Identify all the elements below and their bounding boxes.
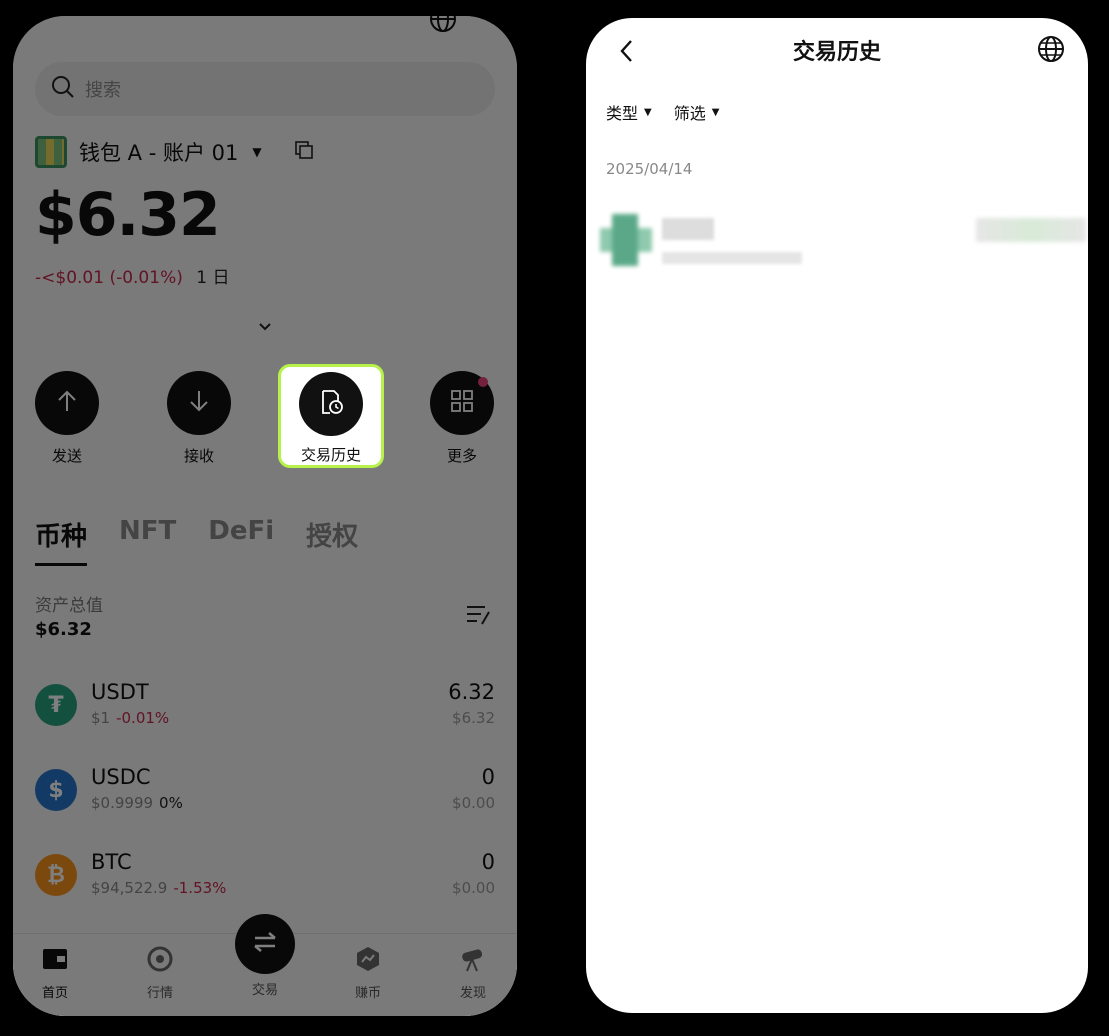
btc-icon: ₿: [35, 854, 77, 896]
token-price-line: $94,522.9 -1.53%: [91, 879, 226, 897]
globe-icon[interactable]: [1036, 34, 1066, 68]
globe-icon[interactable]: [428, 16, 458, 38]
caret-down-icon: ▼: [644, 106, 652, 118]
page-title: 交易历史: [792, 40, 881, 65]
total-balance: $6.32: [35, 180, 221, 250]
notification-dot: [478, 377, 488, 387]
history-button[interactable]: 交易历史: [278, 364, 384, 468]
history-icon: [317, 388, 345, 420]
token-symbol: USDC: [91, 765, 151, 789]
tab-defi[interactable]: DeFi: [208, 516, 274, 566]
nav-market[interactable]: 行情: [130, 946, 190, 1001]
send-button[interactable]: 发送: [35, 371, 99, 466]
wallet-home-screen: 搜索 钱包 A - 账户 01 ▼ $6.32 -<$0.01 (-0.01%)…: [13, 16, 517, 1016]
nav-home-label: 首页: [41, 986, 68, 1001]
tab-approvals[interactable]: 授权: [306, 516, 358, 566]
filter-label: 筛选: [673, 104, 706, 123]
balance-change: -<$0.01 (-0.01%) 1 日: [35, 263, 230, 288]
search-placeholder: 搜索: [85, 80, 121, 101]
token-value: $0.00: [452, 794, 495, 812]
telescope-icon: [458, 945, 488, 977]
token-price-line: $1 -0.01%: [91, 709, 169, 727]
date-header: 2025/04/14: [606, 160, 693, 178]
usdt-icon: ₮: [35, 684, 77, 726]
more-button[interactable]: 更多: [430, 371, 494, 466]
nav-earn[interactable]: 赚币: [338, 946, 398, 1001]
receive-label: 接收: [183, 447, 214, 465]
nav-earn-label: 赚币: [354, 986, 381, 1001]
token-symbol: BTC: [91, 850, 132, 874]
token-amount: 0: [481, 850, 495, 874]
asset-tabs: 币种 NFT DeFi 授权: [35, 516, 390, 566]
avatar: [35, 136, 67, 168]
change-value: -<$0.01 (-0.01%): [35, 268, 183, 288]
token-value: $6.32: [452, 709, 495, 727]
receive-button[interactable]: 接收: [167, 371, 231, 466]
token-symbol: USDT: [91, 680, 149, 704]
wallet-icon: [41, 947, 69, 975]
token-change: -1.53%: [173, 879, 227, 897]
account-name: 钱包 A - 账户 01: [79, 141, 239, 165]
search-icon: [51, 75, 75, 103]
arrow-down-icon: [185, 387, 213, 419]
type-filter[interactable]: 类型 ▼: [606, 100, 652, 124]
transaction-subtitle-blurred: [662, 252, 802, 264]
token-price: $94,522.9: [91, 879, 168, 897]
change-period: 1 日: [196, 268, 230, 288]
send-label: 发送: [51, 447, 82, 465]
search-input[interactable]: 搜索: [35, 62, 495, 116]
caret-down-icon: ▼: [252, 145, 262, 159]
total-assets-label: 资产总值: [35, 596, 103, 616]
quick-actions: 发送 接收 更多: [35, 371, 495, 481]
history-label: 交易历史: [300, 446, 361, 464]
chevron-down-icon[interactable]: [256, 318, 274, 337]
caret-down-icon: ▼: [711, 106, 720, 118]
token-list: ₮ USDT $1 -0.01% 6.32 $6.32 $ USDC $0.999…: [35, 676, 495, 931]
transaction-history-screen: 交易历史 类型 ▼ 筛选 ▼ 2025/04/14: [586, 18, 1088, 1013]
nav-trade-button[interactable]: [235, 914, 295, 974]
token-price-line: $0.9999 0%: [91, 794, 183, 812]
filter-dropdown[interactable]: 筛选 ▼: [674, 100, 720, 124]
tab-tokens[interactable]: 币种: [35, 516, 88, 566]
token-amount: 6.32: [448, 680, 495, 704]
sort-icon[interactable]: [465, 604, 491, 630]
token-price: $1: [91, 709, 111, 727]
nav-trade-label: 交易: [251, 983, 278, 998]
filter-bar: 类型 ▼ 筛选 ▼: [606, 100, 741, 124]
tab-nft[interactable]: NFT: [119, 516, 176, 566]
token-value: $0.00: [452, 879, 495, 897]
nav-market-label: 行情: [146, 986, 173, 1001]
token-icon-blurred: [600, 214, 652, 266]
token-change: -0.01%: [116, 709, 170, 727]
copy-icon[interactable]: [294, 140, 314, 164]
type-filter-label: 类型: [606, 104, 639, 123]
usdc-icon: $: [35, 769, 77, 811]
account-selector[interactable]: 钱包 A - 账户 01 ▼: [35, 136, 314, 168]
total-assets-value: $6.32: [35, 619, 92, 640]
token-amount: 0: [481, 765, 495, 789]
market-icon: [146, 945, 174, 977]
grid-icon: [448, 387, 476, 419]
transaction-row[interactable]: [600, 214, 1088, 274]
transaction-amount-blurred: [976, 218, 1086, 242]
swap-icon: [251, 930, 279, 958]
token-row-usdc[interactable]: $ USDC $0.9999 0% 0 $0.00: [35, 761, 495, 846]
nav-discover[interactable]: 发现: [443, 946, 503, 1001]
earn-icon: [354, 945, 382, 977]
nav-discover-label: 发现: [459, 986, 486, 1001]
token-row-usdt[interactable]: ₮ USDT $1 -0.01% 6.32 $6.32: [35, 676, 495, 761]
transaction-title-blurred: [662, 218, 714, 240]
more-label: 更多: [446, 447, 477, 465]
nav-home[interactable]: 首页: [25, 946, 85, 1001]
arrow-up-icon: [53, 387, 81, 419]
token-price: $0.9999: [91, 794, 154, 812]
token-change: 0%: [159, 794, 183, 812]
